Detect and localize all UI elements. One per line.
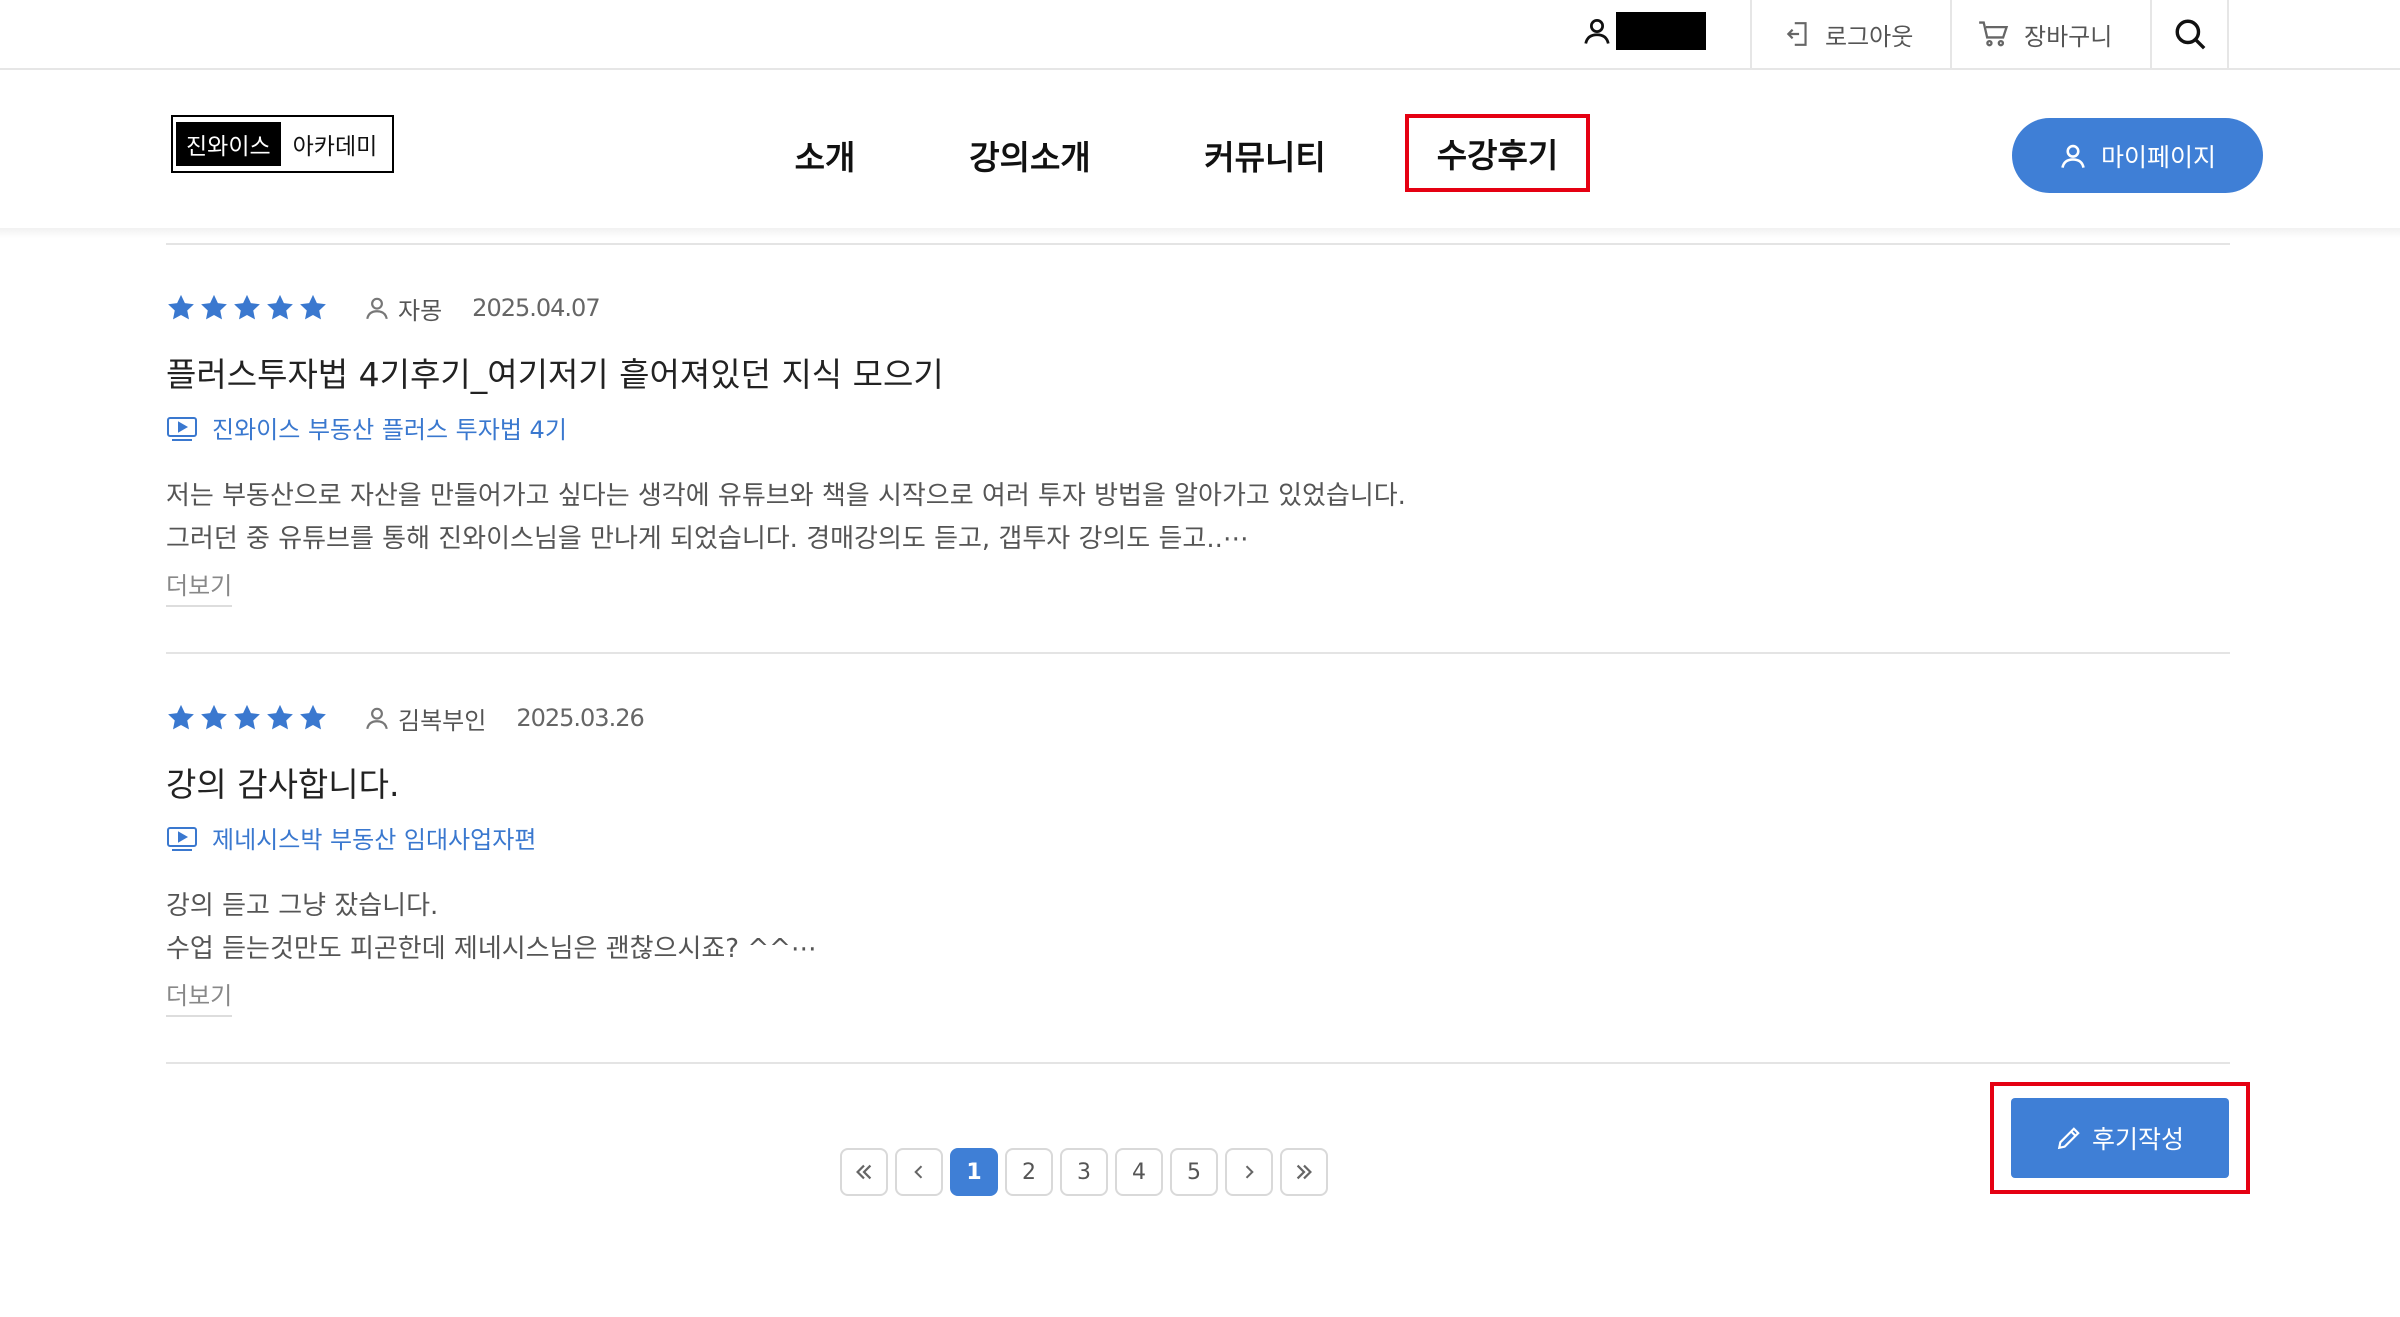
user-icon (366, 707, 388, 730)
review-meta: 자몽 2025.04.07 (166, 290, 601, 326)
course-name: 진와이스 부동산 플러스 투자법 4기 (212, 416, 567, 444)
more-link[interactable]: 더보기 (166, 976, 233, 1017)
review-date: 2025.03.26 (516, 704, 644, 732)
star-rating (166, 703, 328, 733)
more-link[interactable]: 더보기 (166, 566, 233, 607)
logout-icon (1786, 22, 1807, 46)
list-divider (166, 243, 2230, 245)
last-page-button[interactable] (1280, 1148, 1328, 1196)
pencil-icon (2057, 1127, 2080, 1150)
review-title[interactable]: 플러스투자법 4기후기_여기저기 흩어져있던 지식 모으기 (166, 348, 944, 396)
star-rating (166, 293, 328, 323)
chevron-right-icon (1245, 1165, 1254, 1179)
site-logo[interactable]: 진와이스 아카데미 (171, 115, 395, 173)
user-icon (366, 297, 388, 320)
divider (1750, 0, 1752, 68)
write-review-button[interactable]: 후기작성 (2011, 1098, 2229, 1178)
review-body-line: 수업 듣는것만도 피곤한데 제네시스님은 괜찮으시죠? ^^⋯ (166, 934, 817, 964)
review-author: 자몽 (364, 291, 442, 326)
review-body-line: 저는 부동산으로 자산을 만들어가고 싶다는 생각에 유튜브와 책을 시작으로 … (166, 481, 1406, 511)
star-icon (267, 704, 293, 730)
pagination: 1 2 3 4 5 (840, 1148, 1328, 1196)
logo-text-light: 아카데미 (292, 134, 378, 160)
review-course-link[interactable]: 진와이스 부동산 플러스 투자법 4기 (166, 410, 567, 445)
nav-community[interactable]: 커뮤니티 (1195, 120, 1335, 190)
user-account[interactable] (1582, 8, 1706, 54)
star-icon (168, 704, 194, 730)
header-shadow (0, 228, 2400, 238)
search-button[interactable] (2170, 0, 2210, 68)
double-chevron-right-icon (1296, 1164, 1312, 1180)
star-icon (300, 704, 326, 730)
nav-lectures[interactable]: 강의소개 (960, 120, 1100, 190)
mypage-label: 마이페이지 (2100, 142, 2216, 172)
star-icon (201, 704, 227, 730)
nav-reviews[interactable]: 수강후기 (1405, 114, 1590, 192)
divider (2150, 0, 2152, 68)
review-course-link[interactable]: 제네시스박 부동산 임대사업자편 (166, 820, 536, 855)
star-icon (234, 294, 260, 320)
divider (1950, 0, 1952, 68)
page-button[interactable]: 2 (1005, 1148, 1053, 1196)
list-divider (166, 1062, 2230, 1064)
star-icon (201, 294, 227, 320)
star-icon (234, 704, 260, 730)
page-button[interactable]: 1 (950, 1148, 998, 1196)
video-icon (167, 826, 197, 851)
course-name: 제네시스박 부동산 임대사업자편 (212, 826, 537, 854)
mypage-button[interactable]: 마이페이지 (2012, 118, 2263, 193)
review-date: 2025.04.07 (472, 294, 600, 322)
page-button[interactable]: 3 (1060, 1148, 1108, 1196)
star-icon (267, 294, 293, 320)
list-divider (166, 652, 2230, 654)
cart-label: 장바구니 (2024, 22, 2113, 51)
logout-label: 로그아웃 (1825, 22, 1914, 51)
review-body-line: 강의 듣고 그냥 잤습니다. (166, 891, 439, 921)
logout-link[interactable]: 로그아웃 (1785, 0, 1913, 68)
logo-text-dark: 진와이스 (176, 122, 281, 166)
cart-icon (1979, 21, 2009, 47)
review-meta: 김복부인 2025.03.26 (166, 700, 645, 736)
review-body-line: 그러던 중 유튜브를 통해 진와이스님을 만나게 되었습니다. 경매강의도 듣고… (166, 524, 1249, 554)
top-utility-bar: 로그아웃 장바구니 (0, 0, 2400, 70)
next-page-button[interactable] (1225, 1148, 1273, 1196)
video-icon (167, 416, 197, 441)
search-icon (2175, 19, 2206, 50)
first-page-button[interactable] (840, 1148, 888, 1196)
page-button[interactable]: 5 (1170, 1148, 1218, 1196)
nav-intro[interactable]: 소개 (780, 120, 870, 190)
double-chevron-left-icon (856, 1164, 872, 1180)
page-button[interactable]: 4 (1115, 1148, 1163, 1196)
user-icon (1584, 19, 1610, 44)
star-icon (168, 294, 194, 320)
chevron-left-icon (914, 1165, 923, 1179)
prev-page-button[interactable] (895, 1148, 943, 1196)
redacted-username (1616, 12, 1706, 50)
author-name: 자몽 (398, 296, 443, 325)
author-name: 김복부인 (398, 706, 487, 735)
write-review-label: 후기작성 (2091, 1125, 2184, 1154)
review-author: 김복부인 (364, 701, 486, 736)
star-icon (300, 294, 326, 320)
user-icon (2061, 144, 2085, 168)
cart-link[interactable]: 장바구니 (1978, 0, 2112, 68)
divider (2227, 0, 2229, 68)
review-title[interactable]: 강의 감사합니다. (166, 758, 400, 806)
